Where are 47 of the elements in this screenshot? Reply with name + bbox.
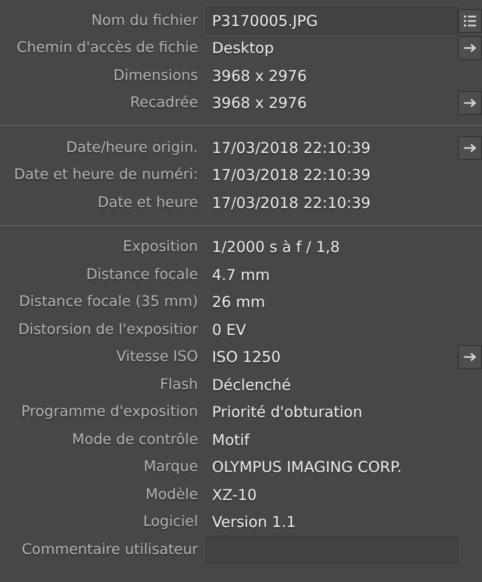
field-label: Flash: [160, 376, 198, 393]
list-button[interactable]: [458, 8, 482, 33]
field-label: Recadrée: [130, 95, 198, 112]
field-label: Commentaire utilisateur: [22, 542, 198, 558]
field-label: Chemin d'accès de fichie: [16, 40, 198, 56]
field-value: 3968 x 2976: [211, 66, 308, 85]
field-value: 17/03/2018 22:10:39: [211, 138, 372, 157]
field-label: Exposition: [122, 239, 198, 256]
arrow-button[interactable]: [458, 345, 482, 370]
field-label: Mode de contrôle: [72, 432, 198, 448]
field-label: Logiciel: [143, 514, 198, 530]
field-value: 1/2000 s à f / 1,8: [211, 238, 341, 256]
field-label: Modèle: [146, 486, 198, 503]
field-label: Date et heure: [98, 194, 198, 211]
field-value: 17/03/2018 22:10:39: [211, 166, 372, 184]
arrow-button[interactable]: [458, 91, 482, 116]
field-value: 0 EV: [211, 320, 248, 339]
field-label: Distorsion de l'expositior: [18, 322, 198, 338]
field-label: Programme d'exposition: [21, 404, 198, 420]
field-label: Nom du fichier: [91, 12, 198, 29]
field-value: OLYMPUS IMAGING CORP.: [211, 458, 403, 476]
arrow-icon: [463, 98, 477, 108]
arrow-icon: [463, 142, 477, 153]
field-value: Déclenché: [211, 376, 292, 394]
arrow-icon: [463, 352, 477, 362]
field-value: Desktop: [211, 39, 275, 58]
field-value: 26 mm: [211, 293, 266, 312]
field-value: Motif: [211, 430, 251, 449]
field-value: 3968 x 2976: [211, 94, 308, 112]
field-value: Priorité d'obturation: [211, 403, 364, 422]
field-value: 17/03/2018 22:10:39: [211, 194, 372, 212]
field-value: XZ-10: [211, 486, 258, 504]
field-label: Dimensions: [113, 68, 198, 84]
field-label: Date et heure de numéri:: [14, 167, 198, 184]
field-label: Marque: [144, 459, 198, 476]
arrow-button[interactable]: [458, 136, 482, 160]
field-label: Date/heure origin.: [66, 140, 198, 156]
field-label: Distance focale (35 mm): [18, 294, 198, 310]
field-value: Version 1.1: [211, 513, 297, 532]
field-value: 4.7 mm: [211, 266, 271, 284]
arrow-button[interactable]: [458, 36, 482, 60]
list-icon: [463, 14, 477, 27]
input-field[interactable]: P3170005.JPG: [206, 7, 458, 34]
field-label: Vitesse ISO: [116, 349, 198, 366]
field-value: ISO 1250: [211, 348, 282, 366]
field-label: Distance focale: [86, 266, 198, 283]
arrow-icon: [463, 43, 477, 54]
